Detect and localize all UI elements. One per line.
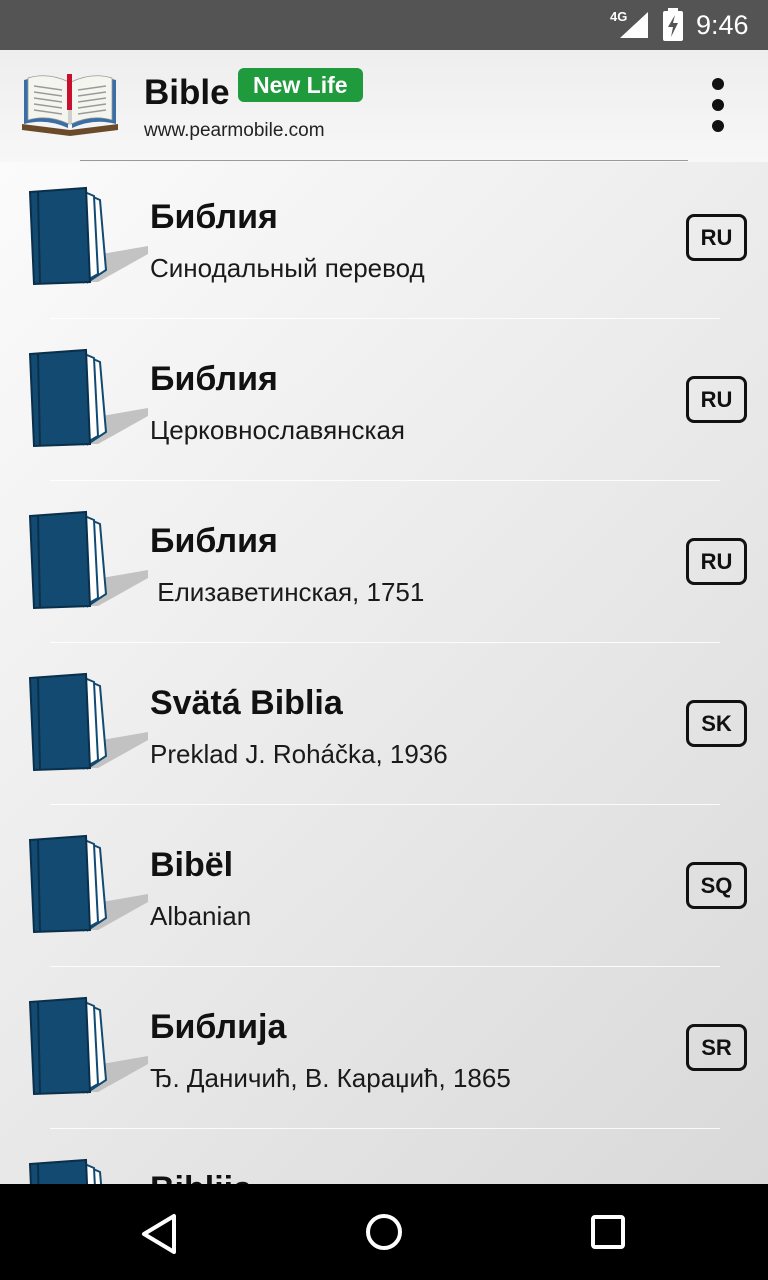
- item-divider: [50, 480, 720, 481]
- closed-book-icon: [28, 672, 148, 772]
- header-divider: [80, 160, 688, 161]
- app-title: Bible: [144, 73, 230, 112]
- clock: 9:46: [696, 10, 749, 40]
- item-divider: [50, 318, 720, 319]
- closed-book-icon: [28, 348, 148, 448]
- closed-book-icon: [28, 510, 148, 610]
- app-header: Bible New Life www.pearmobile.com: [0, 50, 768, 162]
- item-divider: [50, 804, 720, 805]
- signal-icon: [620, 12, 648, 38]
- language-badge: RU: [686, 376, 747, 423]
- list-item[interactable]: Biblija: [0, 1134, 768, 1184]
- item-divider: [50, 642, 720, 643]
- item-title: Svätá Biblia: [150, 684, 343, 722]
- language-badge: RU: [686, 538, 747, 585]
- item-subtitle: Елизаветинская, 1751: [150, 577, 425, 607]
- list-item[interactable]: Bibël Albanian SQ: [0, 810, 768, 972]
- list-item[interactable]: Библия Синодальный перевод RU: [0, 162, 768, 324]
- language-badge: SK: [686, 700, 747, 747]
- more-vert-icon[interactable]: [700, 78, 736, 134]
- item-title: Biblija: [150, 1169, 252, 1184]
- closed-book-icon: [28, 1158, 103, 1184]
- item-divider: [50, 1128, 720, 1129]
- item-subtitle: Preklad J. Roháčka, 1936: [150, 739, 448, 769]
- item-title: Библија: [150, 1008, 287, 1046]
- list-item[interactable]: Svätá Biblia Preklad J. Roháčka, 1936 SK: [0, 648, 768, 810]
- battery-charging-icon: [663, 8, 683, 41]
- language-badge: SQ: [686, 862, 747, 909]
- back-triangle-icon[interactable]: [136, 1210, 184, 1258]
- item-subtitle: Церковнославянская: [150, 415, 405, 445]
- item-subtitle: Albanian: [150, 901, 252, 931]
- app-url[interactable]: www.pearmobile.com: [144, 120, 325, 142]
- item-title: Bibël: [150, 846, 234, 884]
- bible-list[interactable]: Библия Синодальный перевод RU Библия Цер…: [0, 162, 768, 1184]
- closed-book-icon: [28, 996, 148, 1096]
- item-divider: [50, 966, 720, 967]
- recents-square-icon[interactable]: [584, 1208, 632, 1256]
- list-item[interactable]: Библија Ђ. Даничић, В. Караџић, 1865 SR: [0, 972, 768, 1134]
- navigation-bar: [0, 1184, 768, 1280]
- item-subtitle: Ђ. Даничић, В. Караџић, 1865: [150, 1063, 511, 1093]
- home-circle-icon[interactable]: [360, 1208, 408, 1256]
- status-bar: 4G 9:46: [0, 0, 768, 50]
- closed-book-icon: [28, 834, 148, 934]
- new-life-badge: New Life: [238, 68, 363, 102]
- item-title: Библия: [150, 360, 278, 398]
- open-bible-icon: [22, 74, 118, 136]
- list-item[interactable]: Библия Церковнославянская RU: [0, 324, 768, 486]
- item-title: Библия: [150, 522, 278, 560]
- language-badge: RU: [686, 214, 747, 261]
- language-badge: SR: [686, 1024, 747, 1071]
- list-item[interactable]: Библия Елизаветинская, 1751 RU: [0, 486, 768, 648]
- item-title: Библия: [150, 198, 278, 236]
- item-subtitle: Синодальный перевод: [150, 253, 425, 283]
- closed-book-icon: [28, 186, 148, 286]
